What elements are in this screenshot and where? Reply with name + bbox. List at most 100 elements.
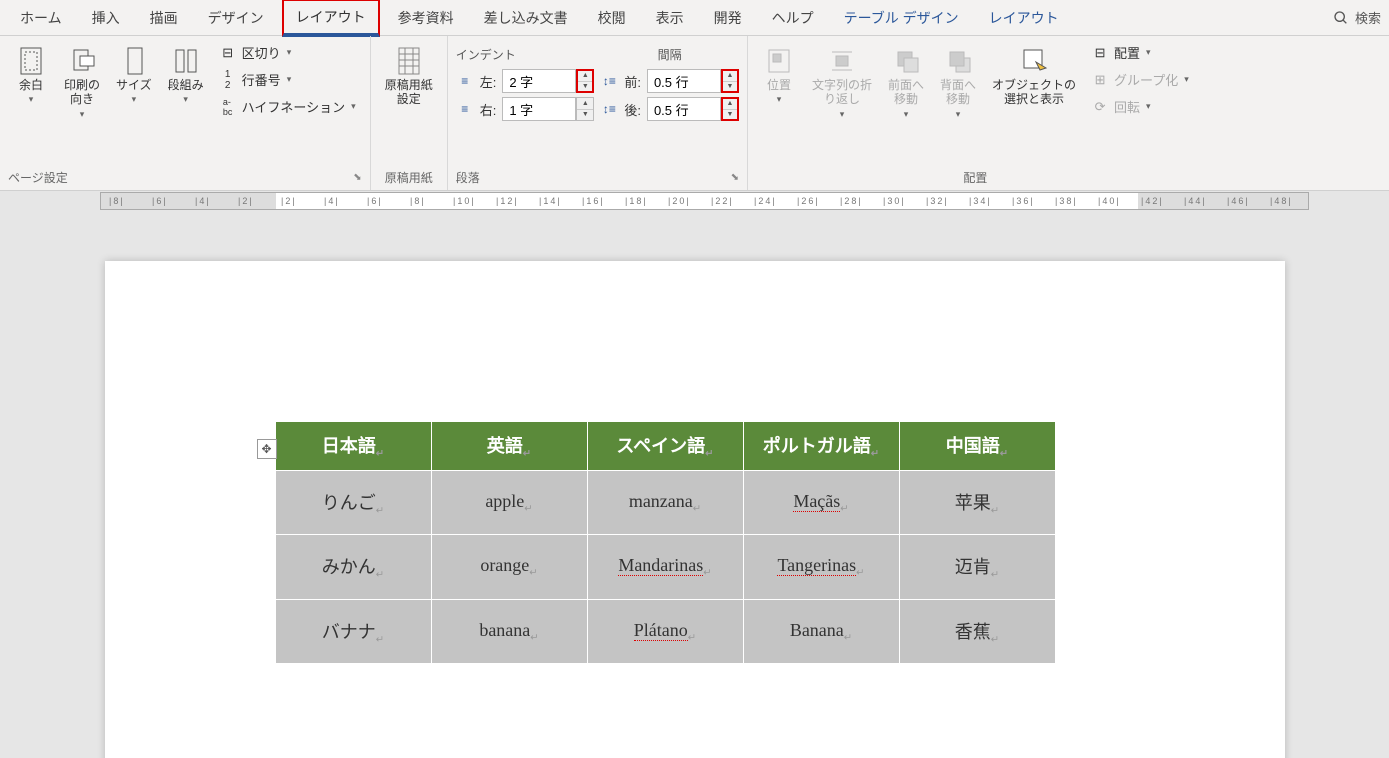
spacing-before-input[interactable] xyxy=(647,69,721,93)
rotate-button[interactable]: ⟳ 回転▾ xyxy=(1086,94,1195,119)
tab-insert[interactable]: 挿入 xyxy=(80,2,132,34)
table-cell[interactable]: apple↵ xyxy=(431,470,587,535)
size-button[interactable]: サイズ▾ xyxy=(110,40,158,109)
columns-icon xyxy=(170,44,202,76)
table-cell[interactable]: みかん↵ xyxy=(275,535,431,600)
table-cell[interactable]: banana↵ xyxy=(431,599,587,664)
spacing-before-icon: ↕≡ xyxy=(600,74,618,88)
table-cell[interactable]: 苹果↵ xyxy=(899,470,1055,535)
hyphenation-icon: a-bc xyxy=(220,99,236,115)
rotate-icon: ⟳ xyxy=(1092,99,1108,115)
bring-forward-icon xyxy=(890,44,922,76)
table-cell[interactable]: Banana↵ xyxy=(743,599,899,664)
table-cell[interactable]: バナナ↵ xyxy=(275,599,431,664)
tab-help[interactable]: ヘルプ xyxy=(760,2,826,34)
search-box[interactable]: 検索 xyxy=(1333,8,1381,27)
position-label: 位置 xyxy=(767,78,791,92)
line-numbers-button[interactable]: 12 行番号▾ xyxy=(214,67,362,92)
table-move-handle[interactable]: ✥ xyxy=(257,439,277,459)
document-table[interactable]: 日本語↵英語↵スペイン語↵ポルトガル語↵中国語↵ りんご↵apple↵manzan… xyxy=(275,421,1056,664)
table-header[interactable]: スペイン語↵ xyxy=(587,422,743,471)
spacing-before-up[interactable]: ▲ xyxy=(723,71,737,82)
table-cell[interactable]: Mandarinas↵ xyxy=(587,535,743,600)
tab-home[interactable]: ホーム xyxy=(8,2,74,34)
tab-view[interactable]: 表示 xyxy=(644,2,696,34)
bring-forward-button[interactable]: 前面へ 移動▾ xyxy=(882,40,930,124)
indent-left-up[interactable]: ▲ xyxy=(578,71,592,82)
breaks-button[interactable]: ⊟ 区切り▾ xyxy=(214,40,362,65)
spacing-after-down[interactable]: ▼ xyxy=(723,110,737,120)
page-setup-launcher[interactable]: ⬊ xyxy=(353,172,361,183)
indent-right-label: 右: xyxy=(480,100,497,119)
tab-layout[interactable]: レイアウト xyxy=(282,0,380,37)
send-backward-button[interactable]: 背面へ 移動▾ xyxy=(934,40,982,124)
table-cell[interactable]: 香蕉↵ xyxy=(899,599,1055,664)
arrange-group-label: 配置 xyxy=(963,169,987,186)
table-cell[interactable]: orange↵ xyxy=(431,535,587,600)
orientation-icon xyxy=(66,44,98,76)
group-paragraph: インデント 間隔 ≡ 左: ▲▼ ↕≡ 前: ▲▼ ≡ 右: ▲▼ ↕≡ 後: … xyxy=(448,36,748,190)
line-numbers-label: 行番号 xyxy=(242,70,281,89)
ruler-area: |8||6||4||2||2||4||6||8||10||12||14||16|… xyxy=(0,191,1389,211)
horizontal-ruler[interactable]: |8||6||4||2||2||4||6||8||10||12||14||16|… xyxy=(100,192,1309,210)
table-header[interactable]: 英語↵ xyxy=(431,422,587,471)
tab-design[interactable]: デザイン xyxy=(196,2,276,34)
wrap-button[interactable]: 文字列の折 り返し▾ xyxy=(806,40,878,124)
hyphenation-button[interactable]: a-bc ハイフネーション▾ xyxy=(214,94,362,119)
ribbon-tabs: ホーム 挿入 描画 デザイン レイアウト 参考資料 差し込み文書 校閲 表示 開… xyxy=(0,0,1389,36)
tab-table-layout[interactable]: レイアウト xyxy=(977,2,1071,34)
margins-label: 余白 xyxy=(19,78,43,92)
tab-review[interactable]: 校閲 xyxy=(586,2,638,34)
margins-button[interactable]: 余白▾ xyxy=(8,40,54,109)
rotate-label: 回転 xyxy=(1114,97,1140,116)
spacing-after-input[interactable] xyxy=(647,97,721,121)
selection-pane-label: オブジェクトの 選択と表示 xyxy=(992,78,1076,107)
spacing-before-label: 前: xyxy=(624,72,641,91)
selection-pane-button[interactable]: オブジェクトの 選択と表示 xyxy=(986,40,1082,111)
group-objects-button[interactable]: ⊞ グループ化▾ xyxy=(1086,67,1195,92)
table-cell[interactable]: Maçãs↵ xyxy=(743,470,899,535)
genkou-icon xyxy=(393,44,425,76)
search-label: 検索 xyxy=(1355,8,1381,27)
search-icon xyxy=(1333,10,1349,26)
group-arrange: 位置▾ 文字列の折 り返し▾ 前面へ 移動▾ 背面へ 移動▾ オブジェクトの 選… xyxy=(748,36,1203,190)
group-objects-icon: ⊞ xyxy=(1092,72,1108,88)
tab-mailmerge[interactable]: 差し込み文書 xyxy=(472,2,580,34)
spacing-after-up[interactable]: ▲ xyxy=(723,99,737,110)
tab-table-design[interactable]: テーブル デザイン xyxy=(832,2,971,34)
wrap-label: 文字列の折 り返し xyxy=(812,78,872,107)
table-cell[interactable]: Tangerinas↵ xyxy=(743,535,899,600)
table-header[interactable]: 日本語↵ xyxy=(275,422,431,471)
table-header[interactable]: ポルトガル語↵ xyxy=(743,422,899,471)
indent-left-label: 左: xyxy=(480,72,497,91)
table-cell[interactable]: manzana↵ xyxy=(587,470,743,535)
size-icon xyxy=(118,44,150,76)
table-cell[interactable]: りんご↵ xyxy=(275,470,431,535)
position-button[interactable]: 位置▾ xyxy=(756,40,802,109)
breaks-icon: ⊟ xyxy=(220,45,236,61)
indent-left-down[interactable]: ▼ xyxy=(578,82,592,92)
tab-draw[interactable]: 描画 xyxy=(138,2,190,34)
tab-references[interactable]: 参考資料 xyxy=(386,2,466,34)
indent-right-down[interactable]: ▼ xyxy=(577,110,593,121)
indent-left-input[interactable] xyxy=(502,69,576,93)
table-cell[interactable]: 迈肯↵ xyxy=(899,535,1055,600)
line-numbers-icon: 12 xyxy=(220,72,236,88)
table-cell[interactable]: Plátano↵ xyxy=(587,599,743,664)
page[interactable]: ✥ 日本語↵英語↵スペイン語↵ポルトガル語↵中国語↵ りんご↵apple↵manz… xyxy=(105,261,1285,758)
send-backward-icon xyxy=(942,44,974,76)
spacing-before-down[interactable]: ▼ xyxy=(723,82,737,92)
align-button[interactable]: ⊟ 配置▾ xyxy=(1086,40,1195,65)
paragraph-group-label: 段落 xyxy=(456,169,480,186)
tab-developer[interactable]: 開発 xyxy=(702,2,754,34)
indent-right-icon: ≡ xyxy=(456,102,474,116)
genkou-button[interactable]: 原稿用紙 設定 xyxy=(379,40,439,111)
columns-button[interactable]: 段組み▾ xyxy=(162,40,210,109)
table-header[interactable]: 中国語↵ xyxy=(899,422,1055,471)
document-area[interactable]: ✥ 日本語↵英語↵スペイン語↵ポルトガル語↵中国語↵ りんご↵apple↵manz… xyxy=(0,211,1389,758)
paragraph-launcher[interactable]: ⬊ xyxy=(731,172,739,183)
orientation-button[interactable]: 印刷の 向き▾ xyxy=(58,40,106,124)
indent-right-up[interactable]: ▲ xyxy=(577,98,593,110)
group-objects-label: グループ化 xyxy=(1114,70,1178,89)
indent-right-input[interactable] xyxy=(502,97,576,121)
